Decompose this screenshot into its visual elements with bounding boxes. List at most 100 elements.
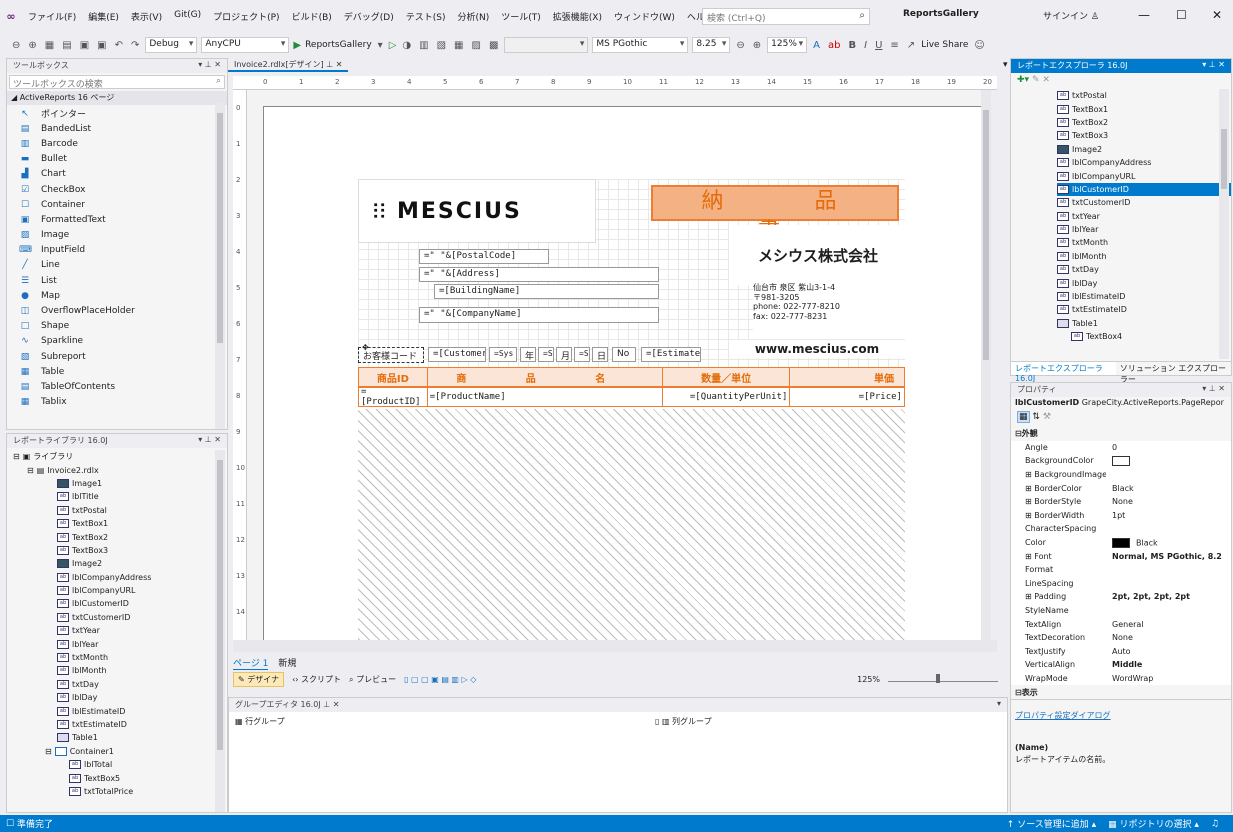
tree-item-textbox5[interactable]: ab TextBox5 <box>13 771 227 784</box>
prop-value[interactable]: Black <box>1106 537 1231 548</box>
header-product-name[interactable]: 商 品 名 <box>428 368 663 386</box>
scrollbar-thumb[interactable] <box>983 110 989 360</box>
toolbox-item-map[interactable]: ● Map <box>7 287 227 302</box>
cell-price[interactable]: =[Price] <box>790 388 904 406</box>
open-icon[interactable]: ▤ <box>60 40 73 51</box>
scrollbar-thumb[interactable] <box>217 113 223 343</box>
prop-row-bordercolor[interactable]: ⊞ BorderColor Black <box>1011 481 1231 495</box>
tree-item-lblcompanyaddress[interactable]: ab lblCompanyAddress <box>1057 156 1231 169</box>
company-name-image[interactable]: メシウス株式会社 <box>729 225 907 285</box>
layout-tools-icon[interactable]: ▯ ▢ ▢ ▣ ▤ ▥ ▷ ◇ <box>404 675 476 684</box>
tree-item-textbox2[interactable]: ab TextBox2 <box>13 530 227 543</box>
prop-row-wrapmode[interactable]: WrapMode WordWrap <box>1011 672 1231 686</box>
tree-item-lblyear[interactable]: ab lblYear <box>1057 223 1231 236</box>
categorized-icon[interactable]: ▦ <box>1017 411 1030 423</box>
tree-item-txtpostal[interactable]: ab txtPostal <box>1057 89 1231 102</box>
tree-item-table1[interactable]: Table1 <box>13 731 227 744</box>
toolbox-search-input[interactable]: ツールボックスの検索 ⌕ <box>9 75 225 90</box>
font-color-icon[interactable]: A <box>811 40 822 51</box>
tree-item-image1[interactable]: Image1 <box>13 477 227 490</box>
run-dropdown-icon[interactable]: ▾ <box>376 40 385 51</box>
designer-tab[interactable]: ✎ デザイナ <box>233 671 285 687</box>
prop-row-textdecoration[interactable]: TextDecoration None <box>1011 631 1231 645</box>
menu-item-3[interactable]: Git(G) <box>168 10 207 23</box>
prop-row-verticalalign[interactable]: VerticalAlign Middle <box>1011 658 1231 672</box>
toolbox-item-bandedlist[interactable]: ▤ BandedList <box>7 120 227 135</box>
close-window-button[interactable]: ✕ <box>1212 8 1222 22</box>
explorer-tab-solution[interactable]: ソリューション エクスプローラー <box>1116 362 1231 384</box>
tree-item-lblmonth[interactable]: ab lblMonth <box>1057 250 1231 263</box>
start-without-debug-icon[interactable]: ▷ <box>389 40 397 51</box>
lbl-estimate-id[interactable]: No <box>612 347 636 362</box>
tree-item-lblcompanyaddress[interactable]: ab lblCompanyAddress <box>13 571 227 584</box>
tree-item-txtcustomerid[interactable]: ab txtCustomerID <box>1057 196 1231 209</box>
tree-item-txtyear[interactable]: ab txtYear <box>1057 210 1231 223</box>
library-container[interactable]: ⊟ Container1 <box>13 745 227 758</box>
panel-pin-icon[interactable]: ▾ ⊥ ✕ <box>1202 384 1225 393</box>
save-all-icon[interactable]: ▣ <box>95 40 108 51</box>
toolbox-item-formattedtext[interactable]: ▣ FormattedText <box>7 211 227 226</box>
tree-item-lblestimateid[interactable]: ab lblEstimateID <box>1057 290 1231 303</box>
prop-value[interactable]: 1pt <box>1106 511 1231 520</box>
tree-item-txtyear[interactable]: ab txtYear <box>13 624 227 637</box>
prop-row-backgroundcolor[interactable]: BackgroundColor <box>1011 454 1231 468</box>
menu-item-5[interactable]: ビルド(B) <box>286 10 338 23</box>
tree-item-textbox3[interactable]: ab TextBox3 <box>13 544 227 557</box>
tree-item-txtestimateid[interactable]: ab txtEstimateID <box>13 718 227 731</box>
tree-item-lbltotal[interactable]: ab lblTotal <box>13 758 227 771</box>
prop-row-characterspacing[interactable]: CharacterSpacing <box>1011 522 1231 536</box>
tree-item-lblcompanyurl[interactable]: ab lblCompanyURL <box>1057 169 1231 182</box>
table-detail-row[interactable]: =[ProductID] =[ProductName] =[QuantityPe… <box>358 387 905 407</box>
table-header-row[interactable]: 商品ID 商 品 名 数量／単位 単価 <box>358 367 905 387</box>
repo-button[interactable]: ▦ リポジトリの選択 ▴ <box>1108 817 1199 830</box>
toolbox-item-table[interactable]: ▦ Table <box>7 363 227 378</box>
panel-pin-icon[interactable]: ▾ ⊥ ✕ <box>198 435 221 444</box>
tree-item-lblcompanyurl[interactable]: ab lblCompanyURL <box>13 584 227 597</box>
toolbox-item-checkbox[interactable]: ☑ CheckBox <box>7 181 227 196</box>
tree-item-lblestimateid[interactable]: ab lblEstimateID <box>13 704 227 717</box>
menu-item-2[interactable]: 表示(V) <box>125 10 168 23</box>
tree-item-image2[interactable]: Image2 <box>1057 143 1231 156</box>
menu-item-9[interactable]: ツール(T) <box>495 10 547 23</box>
prop-value[interactable]: General <box>1106 620 1231 629</box>
design-canvas[interactable]: ⫶⫶ MESCIUS 納 品 書 メシウス株式会社 仙台市 泉区 紫山3-1-4〒… <box>247 90 991 640</box>
style-combo[interactable] <box>504 37 589 53</box>
prop-row-stylename[interactable]: StyleName <box>1011 604 1231 618</box>
txt-estimate-id[interactable]: =[EstimateI <box>641 347 701 362</box>
underline-icon[interactable]: U <box>873 40 884 51</box>
toolbox-item-image[interactable]: ▨ Image <box>7 227 227 242</box>
font-size-combo[interactable]: 8.25 <box>692 37 731 53</box>
notification-icon[interactable]: ♫ <box>1211 819 1219 829</box>
document-tab[interactable]: Invoice2.rdlx[デザイン] ⊥ ✕ <box>228 58 349 72</box>
tree-item-txttotalprice[interactable]: ab txtTotalPrice <box>13 785 227 798</box>
prop-value[interactable]: Auto <box>1106 647 1231 656</box>
menu-item-11[interactable]: ウィンドウ(W) <box>608 10 681 23</box>
prop-value[interactable]: WordWrap <box>1106 674 1231 683</box>
edit-icon[interactable]: ✎ <box>1032 75 1040 85</box>
config-combo[interactable]: Debug <box>145 37 198 53</box>
undo-icon[interactable]: ↶ <box>113 40 125 51</box>
prop-row-linespacing[interactable]: LineSpacing <box>1011 577 1231 591</box>
canvas-h-scrollbar[interactable] <box>233 640 997 652</box>
lbl-title[interactable]: 納 品 書 <box>651 185 899 244</box>
library-scrollbar[interactable] <box>215 450 225 812</box>
toolbox-item-subreport[interactable]: ▧ Subreport <box>7 348 227 363</box>
italic-icon[interactable]: I <box>862 40 869 51</box>
highlight-icon[interactable]: ab <box>826 40 842 51</box>
menu-item-0[interactable]: ファイル(F) <box>22 10 82 23</box>
prop-value[interactable]: 0 <box>1106 443 1231 452</box>
zoom-out-icon[interactable]: ⊖ <box>734 40 746 51</box>
toolbox-item-sparkline[interactable]: ∿ Sparkline <box>7 333 227 348</box>
prop-value[interactable] <box>1106 455 1231 466</box>
toolbar-icon-c[interactable]: ▦ <box>452 40 465 51</box>
panel-dropdown-icon[interactable]: ▾ <box>997 699 1001 708</box>
panel-pin-icon[interactable]: ▾ ⊥ ✕ <box>1202 60 1225 69</box>
report-page[interactable]: ⫶⫶ MESCIUS 納 品 書 メシウス株式会社 仙台市 泉区 紫山3-1-4〒… <box>263 106 991 640</box>
textbox2-building[interactable]: =[BuildingName] <box>434 284 659 299</box>
toolbar-icon-e[interactable]: ▩ <box>487 40 500 51</box>
wrench-icon[interactable]: ⚒ <box>1043 412 1051 422</box>
live-share-icon[interactable]: ↗ <box>905 40 917 51</box>
tree-item-lblcustomerid[interactable]: ab lblCustomerID <box>1057 182 1231 197</box>
tree-item-txtday[interactable]: ab txtDay <box>1057 263 1231 276</box>
run-icon[interactable]: ▶ <box>293 40 301 51</box>
